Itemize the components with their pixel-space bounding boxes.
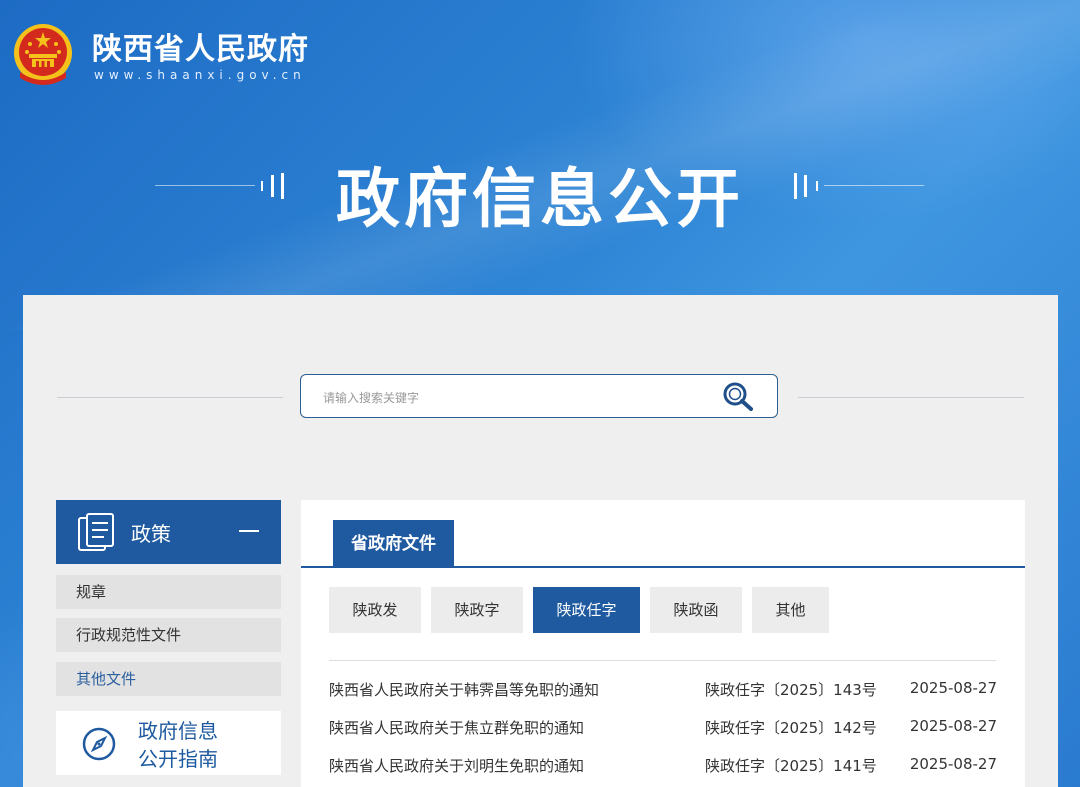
document-number: 陕政任字〔2025〕141号 xyxy=(705,757,877,775)
document-title: 陕西省人民政府关于韩霁昌等免职的通知 xyxy=(329,681,600,699)
list-divider xyxy=(329,660,996,661)
document-number: 陕政任字〔2025〕143号 xyxy=(705,681,877,699)
list-item[interactable]: 陕西省人民政府关于韩霁昌等免职的通知 陕政任字〔2025〕143号 2025-0… xyxy=(329,679,997,703)
site-name: 陕西省人民政府 xyxy=(92,32,309,67)
tab-underline xyxy=(301,566,1025,568)
sidebar-section-title: 政策 xyxy=(131,522,171,546)
site-url: www.shaanxi.gov.cn xyxy=(94,68,306,82)
title-decoration-right xyxy=(790,173,925,199)
search-input[interactable] xyxy=(321,385,705,411)
guide-label-line1: 政府信息 xyxy=(138,719,218,743)
filter-shaanzhenghan[interactable]: 陕政函 xyxy=(650,587,742,633)
document-icon xyxy=(78,513,114,551)
list-item[interactable]: 陕西省人民政府关于刘明生免职的通知 陕政任字〔2025〕141号 2025-08… xyxy=(329,755,997,779)
documents-panel: 省政府文件 陕政发 陕政字 陕政任字 陕政函 其他 陕西省人民政府关于韩霁昌等免… xyxy=(301,500,1025,787)
disclosure-guide-label: 政府信息 公开指南 xyxy=(138,717,268,773)
search-divider-left xyxy=(57,397,283,398)
sidebar-item-normative-documents[interactable]: 行政规范性文件 xyxy=(56,618,281,652)
minus-icon[interactable] xyxy=(239,530,259,532)
content-card: 政策 规章 行政规范性文件 其他文件 政府信息 公开指南 省政府文件 陕政发 陕… xyxy=(23,295,1058,787)
sidebar-item-other-documents[interactable]: 其他文件 xyxy=(56,662,281,696)
document-date: 2025-08-27 xyxy=(909,717,997,735)
national-emblem-icon xyxy=(14,24,72,85)
document-title: 陕西省人民政府关于焦立群免职的通知 xyxy=(329,719,585,737)
filter-shaanzhengzi[interactable]: 陕政字 xyxy=(431,587,523,633)
compass-icon xyxy=(82,727,116,761)
document-number: 陕政任字〔2025〕142号 xyxy=(705,719,877,737)
filter-other[interactable]: 其他 xyxy=(752,587,829,633)
document-date: 2025-08-27 xyxy=(909,755,997,773)
search-icon[interactable] xyxy=(721,381,757,413)
list-item[interactable]: 陕西省人民政府关于焦立群免职的通知 陕政任字〔2025〕142号 2025-08… xyxy=(329,717,997,741)
filter-shaanzhengfa[interactable]: 陕政发 xyxy=(329,587,421,633)
sidebar-item-rules[interactable]: 规章 xyxy=(56,575,281,609)
search-divider-right xyxy=(798,397,1024,398)
tab-provincial-documents[interactable]: 省政府文件 xyxy=(333,520,454,566)
sidebar-section-policy[interactable]: 政策 xyxy=(56,500,281,564)
document-title: 陕西省人民政府关于刘明生免职的通知 xyxy=(329,757,585,775)
filter-shaanzhengrenzi[interactable]: 陕政任字 xyxy=(533,587,640,633)
guide-label-line2: 公开指南 xyxy=(138,747,218,771)
search-box xyxy=(300,374,778,418)
disclosure-guide-link[interactable]: 政府信息 公开指南 xyxy=(56,711,281,775)
document-date: 2025-08-27 xyxy=(909,679,997,697)
